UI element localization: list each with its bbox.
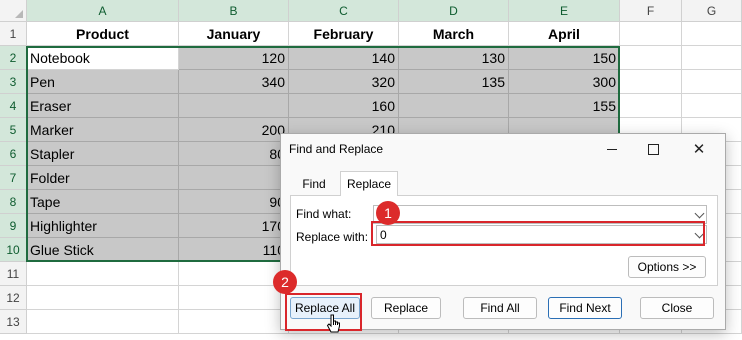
value-cell[interactable]: 150	[509, 46, 620, 70]
row-header-13[interactable]: 13	[0, 310, 27, 334]
replace-field-highlight	[371, 221, 705, 246]
row-header-9[interactable]: 9	[0, 214, 27, 238]
product-cell[interactable]: Folder	[27, 166, 179, 190]
column-header-g[interactable]: G	[682, 0, 742, 22]
tab-replace[interactable]: Replace	[340, 171, 398, 196]
row-header-10[interactable]: 10	[0, 238, 27, 262]
product-cell[interactable]: Highlighter	[27, 214, 179, 238]
product-cell[interactable]: Glue Stick	[27, 238, 179, 262]
value-cell[interactable]: 320	[289, 70, 399, 94]
row-header-5[interactable]: 5	[0, 118, 27, 142]
value-cell[interactable]: 160	[289, 94, 399, 118]
empty-cell[interactable]	[620, 94, 682, 118]
value-cell[interactable]	[179, 166, 289, 190]
product-cell[interactable]: Stapler	[27, 142, 179, 166]
empty-cell[interactable]	[682, 22, 742, 46]
product-cell[interactable]: Eraser	[27, 94, 179, 118]
row-header-4[interactable]: 4	[0, 94, 27, 118]
value-cell[interactable]: 80	[179, 142, 289, 166]
table-header-cell[interactable]: April	[509, 22, 620, 46]
row-header-1[interactable]: 1	[0, 22, 27, 46]
cursor-icon	[326, 314, 340, 333]
row-header-11[interactable]: 11	[0, 262, 27, 286]
row-header-3[interactable]: 3	[0, 70, 27, 94]
replace-all-highlight	[285, 293, 362, 331]
close-icon[interactable]: ✕	[689, 140, 709, 158]
value-cell[interactable]	[179, 94, 289, 118]
close-button[interactable]: Close	[640, 297, 714, 319]
product-cell[interactable]: Pen	[27, 70, 179, 94]
tab-find[interactable]: Find	[290, 173, 338, 195]
row-header-12[interactable]: 12	[0, 286, 27, 310]
empty-cell[interactable]	[27, 262, 179, 286]
product-cell[interactable]: Tape	[27, 190, 179, 214]
column-header-a[interactable]: A	[27, 0, 179, 22]
empty-cell[interactable]	[27, 310, 179, 334]
column-header-e[interactable]: E	[509, 0, 620, 22]
select-all-corner[interactable]	[0, 0, 27, 22]
empty-cell[interactable]	[179, 310, 289, 334]
empty-cell[interactable]	[620, 22, 682, 46]
value-cell[interactable]: 130	[399, 46, 509, 70]
column-header-c[interactable]: C	[289, 0, 399, 22]
value-cell[interactable]: 135	[399, 70, 509, 94]
maximize-icon[interactable]	[643, 140, 663, 158]
table-header-cell[interactable]: January	[179, 22, 289, 46]
empty-cell[interactable]	[682, 46, 742, 70]
replace-button[interactable]: Replace	[371, 297, 441, 319]
options-button[interactable]: Options >>	[628, 256, 706, 278]
value-cell[interactable]: 200	[179, 118, 289, 142]
value-cell[interactable]: 340	[179, 70, 289, 94]
replace-with-label: Replace with:	[296, 230, 369, 244]
table-header-cell[interactable]: March	[399, 22, 509, 46]
table-header-cell[interactable]: February	[289, 22, 399, 46]
find-all-button[interactable]: Find All	[463, 297, 537, 319]
minimize-icon[interactable]	[602, 140, 622, 158]
row-header-2[interactable]: 2	[0, 46, 27, 70]
find-what-label: Find what:	[296, 207, 352, 221]
step-marker-2: 2	[273, 270, 297, 294]
step-marker-1: 1	[376, 201, 400, 225]
row-header-8[interactable]: 8	[0, 190, 27, 214]
value-cell[interactable]: 140	[289, 46, 399, 70]
chevron-down-icon[interactable]	[694, 208, 705, 219]
column-header-b[interactable]: B	[179, 0, 289, 22]
value-cell[interactable]: 120	[179, 46, 289, 70]
row-header-6[interactable]: 6	[0, 142, 27, 166]
value-cell[interactable]: 110	[179, 238, 289, 262]
empty-cell[interactable]	[682, 70, 742, 94]
value-cell[interactable]: 155	[509, 94, 620, 118]
column-header-d[interactable]: D	[399, 0, 509, 22]
row-header-7[interactable]: 7	[0, 166, 27, 190]
empty-cell[interactable]	[27, 286, 179, 310]
dialog-title: Find and Replace	[289, 142, 384, 156]
product-cell[interactable]: Marker	[27, 118, 179, 142]
empty-cell[interactable]	[620, 70, 682, 94]
value-cell[interactable]	[399, 94, 509, 118]
product-cell[interactable]: Notebook	[27, 46, 179, 70]
empty-cell[interactable]	[620, 46, 682, 70]
value-cell[interactable]: 300	[509, 70, 620, 94]
column-header-f[interactable]: F	[620, 0, 682, 22]
value-cell[interactable]: 170	[179, 214, 289, 238]
find-next-button[interactable]: Find Next	[548, 297, 622, 319]
empty-cell[interactable]	[179, 286, 289, 310]
value-cell[interactable]: 90	[179, 190, 289, 214]
table-header-cell[interactable]: Product	[27, 22, 179, 46]
empty-cell[interactable]	[682, 94, 742, 118]
